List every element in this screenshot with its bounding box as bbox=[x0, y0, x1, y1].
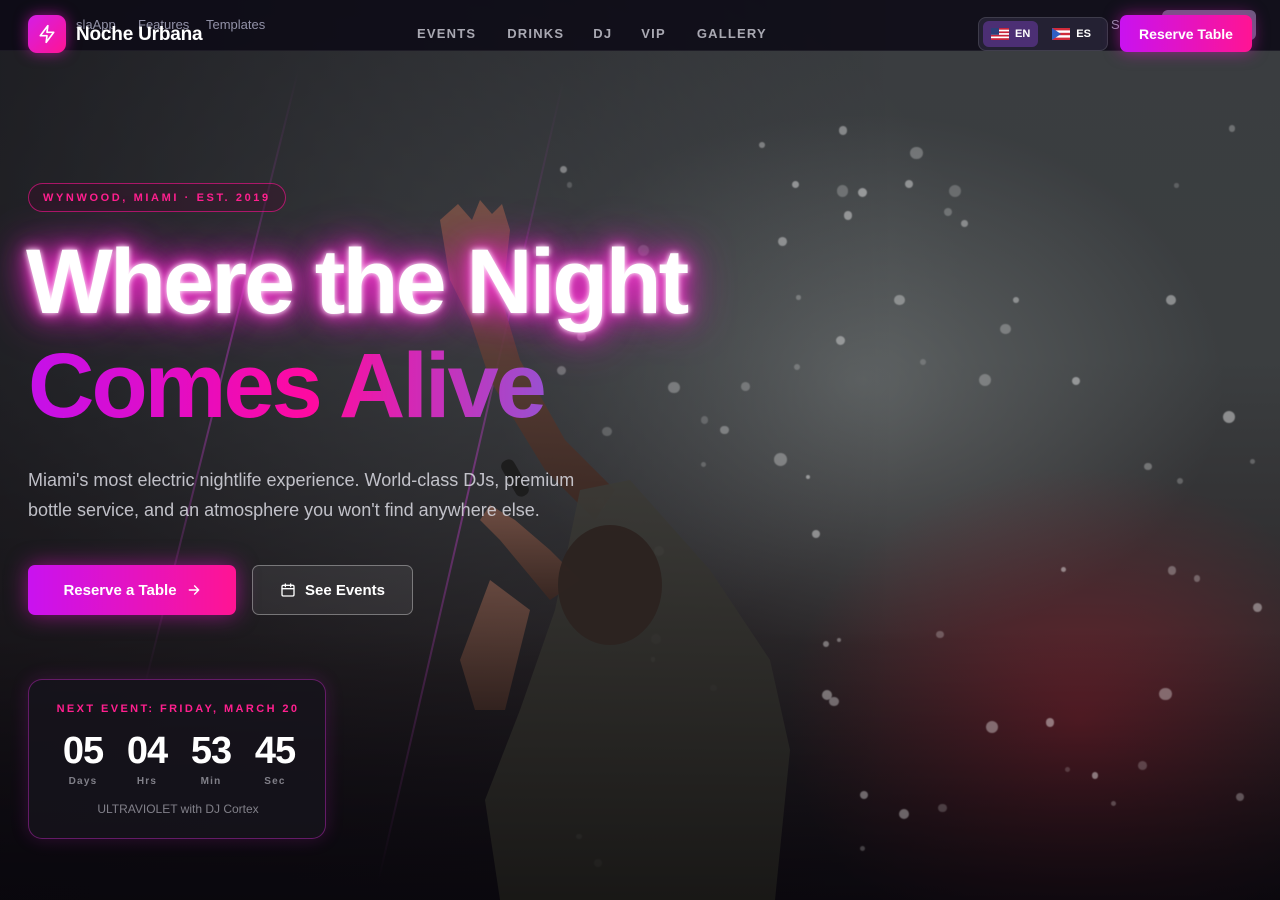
countdown-units: 05 Days 04 Hrs 53 Min 45 Sec bbox=[51, 729, 307, 787]
countdown-hours-caption: Hrs bbox=[136, 776, 158, 787]
bokeh-dot bbox=[978, 373, 992, 387]
hero-headline-line-2: Comes Alive bbox=[28, 335, 547, 437]
bokeh-dot bbox=[1046, 718, 1055, 727]
next-event-label: NEXT EVENT: FRIDAY, MARCH 20 bbox=[56, 703, 300, 715]
bokeh-dot bbox=[1236, 793, 1245, 802]
nav-item-events[interactable]: EVENTS bbox=[417, 26, 476, 41]
us-flag-icon bbox=[991, 28, 1009, 40]
countdown-days-caption: Days bbox=[68, 776, 98, 787]
calendar-icon bbox=[281, 583, 295, 597]
bokeh-dot bbox=[938, 804, 947, 813]
bokeh-dot bbox=[904, 179, 913, 188]
reserve-a-table-label: Reserve a Table bbox=[63, 581, 177, 599]
bokeh-dot bbox=[859, 790, 869, 800]
bokeh-dot bbox=[1174, 182, 1180, 188]
bokeh-dot bbox=[1168, 566, 1177, 575]
language-code-es: ES bbox=[1076, 28, 1091, 40]
bokeh-dot bbox=[1249, 458, 1256, 465]
bokeh-dot bbox=[910, 146, 924, 160]
reserve-table-button[interactable]: Reserve Table bbox=[1120, 15, 1252, 52]
pr-flag-icon bbox=[1052, 28, 1071, 40]
countdown-days-value: 05 bbox=[62, 730, 104, 772]
bokeh-dot bbox=[857, 187, 867, 198]
bokeh-dot bbox=[961, 220, 968, 227]
nav-item-drinks[interactable]: DRINKS bbox=[507, 26, 564, 41]
location-badge: WYNWOOD, MIAMI · EST. 2019 bbox=[28, 183, 286, 212]
countdown-hours-value: 04 bbox=[126, 730, 168, 772]
language-option-es[interactable]: ES bbox=[1044, 21, 1099, 47]
bokeh-dot bbox=[1091, 772, 1099, 779]
bokeh-dot bbox=[899, 808, 910, 819]
bokeh-dot bbox=[1228, 125, 1236, 132]
countdown-minutes-caption: Min bbox=[200, 776, 222, 787]
countdown-seconds-caption: Sec bbox=[264, 776, 286, 787]
nav-item-vip[interactable]: VIP bbox=[641, 26, 666, 41]
bokeh-dot bbox=[1000, 323, 1011, 335]
countdown-seconds: 45 Sec bbox=[243, 729, 307, 787]
bokeh-dot bbox=[1143, 462, 1152, 471]
bokeh-dot bbox=[859, 846, 865, 852]
bokeh-dot bbox=[838, 126, 847, 135]
bokeh-dot bbox=[943, 207, 953, 217]
arrow-right-icon bbox=[188, 585, 199, 595]
lightning-bolt-icon bbox=[39, 24, 55, 44]
bokeh-dot bbox=[1138, 760, 1147, 770]
bokeh-dot bbox=[1061, 567, 1067, 573]
language-code-en: EN bbox=[1015, 28, 1031, 40]
reserve-a-table-button[interactable]: Reserve a Table bbox=[28, 565, 236, 615]
bokeh-dot bbox=[949, 184, 962, 197]
main-nav: EVENTS DRINKS DJ VIP GALLERY bbox=[417, 26, 767, 41]
nav-item-gallery[interactable]: GALLERY bbox=[697, 26, 767, 41]
countdown-seconds-value: 45 bbox=[254, 730, 296, 772]
bokeh-dot bbox=[1071, 376, 1081, 385]
bokeh-dot bbox=[1176, 477, 1183, 484]
bokeh-dot bbox=[1222, 410, 1235, 423]
logo-badge[interactable] bbox=[28, 15, 66, 53]
bokeh-dot bbox=[792, 180, 800, 188]
hero-description: Miami's most electric nightlife experien… bbox=[28, 470, 575, 520]
next-event-countdown-card: NEXT EVENT: FRIDAY, MARCH 20 05 Days 04 … bbox=[28, 679, 326, 839]
bokeh-dot bbox=[1111, 801, 1117, 807]
bokeh-dot bbox=[1193, 575, 1201, 583]
hero-headline-line-1: Where the Night bbox=[26, 231, 689, 333]
nav-item-dj[interactable]: DJ bbox=[593, 26, 612, 41]
countdown-hours: 04 Hrs bbox=[115, 729, 179, 787]
bokeh-dot bbox=[936, 630, 944, 639]
see-events-button[interactable]: See Events bbox=[252, 565, 413, 615]
countdown-minutes-value: 53 bbox=[190, 730, 232, 772]
language-switcher: EN ES bbox=[978, 17, 1108, 51]
language-option-en[interactable]: EN bbox=[983, 21, 1039, 47]
bokeh-dot bbox=[566, 182, 573, 188]
bokeh-dot bbox=[1252, 602, 1262, 612]
see-events-label: See Events bbox=[304, 581, 386, 599]
bokeh-dot bbox=[758, 142, 765, 149]
countdown-days: 05 Days bbox=[51, 729, 115, 787]
top-navigation-bar: slaApp Features Templates S Noche Urbana… bbox=[0, 0, 1280, 53]
bokeh-dot bbox=[894, 294, 905, 306]
next-event-name: ULTRAVIOLET with DJ Cortex bbox=[97, 802, 259, 816]
countdown-minutes: 53 Min bbox=[179, 729, 243, 787]
bokeh-dot bbox=[919, 359, 926, 366]
brand-name[interactable]: Noche Urbana bbox=[76, 24, 203, 46]
bokeh-dot bbox=[559, 166, 567, 174]
bokeh-dot bbox=[1159, 688, 1172, 701]
bokeh-dot bbox=[843, 211, 853, 221]
bokeh-dot bbox=[1013, 296, 1020, 303]
ghost-templates-link[interactable]: Templates bbox=[206, 17, 265, 32]
ghost-link-s[interactable]: S bbox=[1111, 17, 1120, 32]
bokeh-dot bbox=[985, 720, 999, 733]
bokeh-dot bbox=[1166, 294, 1177, 305]
bokeh-dot bbox=[1064, 766, 1070, 772]
